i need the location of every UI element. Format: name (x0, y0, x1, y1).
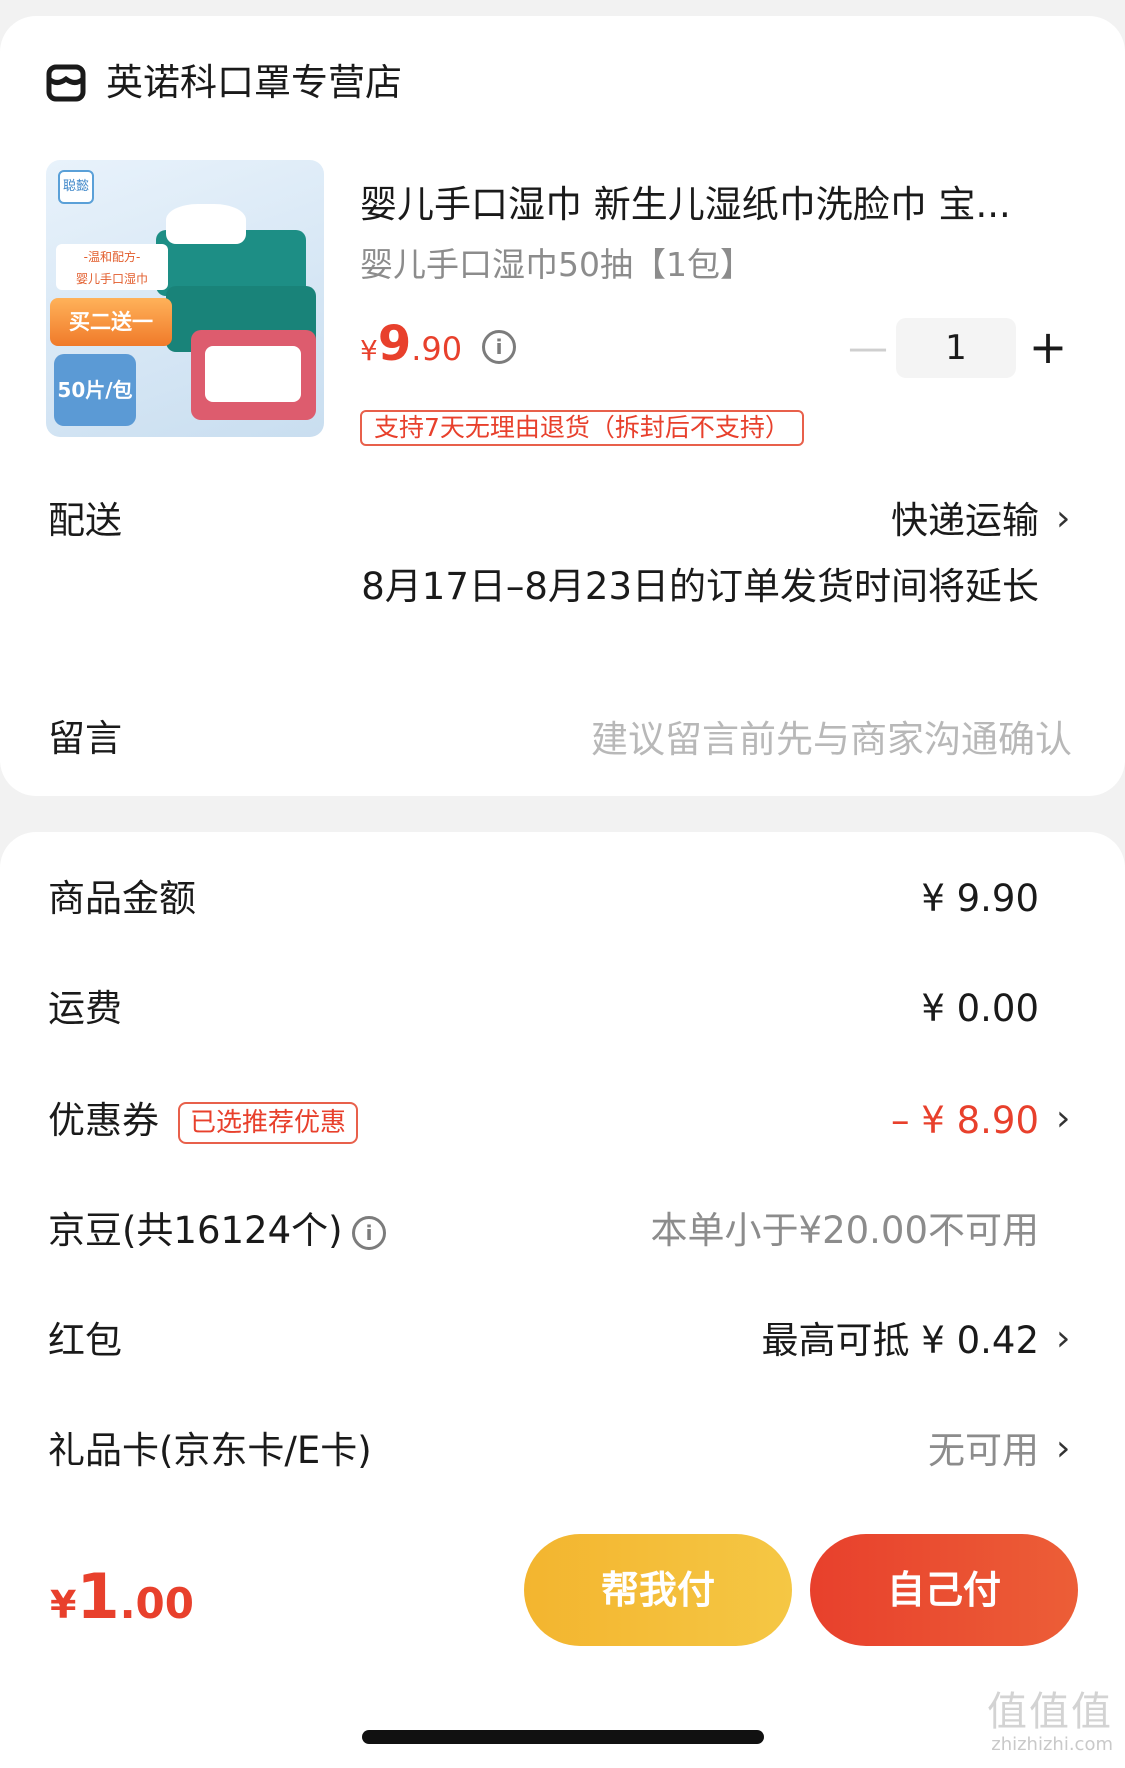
coupon-value[interactable]: – ¥ 8.90 (891, 1098, 1039, 1144)
product-pack-graphic (191, 330, 316, 420)
total-price: ¥1.00 (50, 1560, 194, 1633)
total-decimal: .00 (119, 1579, 194, 1628)
chevron-right-icon[interactable]: › (1056, 1426, 1070, 1472)
info-icon[interactable]: i (352, 1216, 386, 1250)
chevron-right-icon[interactable]: › (1056, 496, 1070, 542)
product-image[interactable]: 聪懿 -温和配方- 婴儿手口湿巾 买二送一 50片/包 (46, 160, 324, 437)
goods-amount-label: 商品金额 (48, 877, 196, 920)
total-integer: 1 (76, 1560, 120, 1633)
total-currency: ¥ (50, 1583, 77, 1627)
image-tag-formula-sub: 婴儿手口湿巾 (75, 272, 148, 286)
pay-myself-button[interactable]: 自己付 (810, 1534, 1078, 1646)
brand-logo: 聪懿 (58, 170, 94, 204)
coupon-label[interactable]: 优惠券 (48, 1098, 159, 1144)
gift-card-value[interactable]: 无可用 (928, 1428, 1039, 1474)
help-me-pay-button[interactable]: 帮我付 (524, 1534, 792, 1646)
shipping-value: ¥ 0.00 (921, 987, 1039, 1030)
gift-card-label[interactable]: 礼品卡(京东卡/E卡) (48, 1428, 372, 1474)
delivery-note: 8月17日–8月23日的订单发货时间将延长 (361, 565, 1039, 608)
message-input[interactable] (520, 714, 1072, 764)
red-packet-value[interactable]: 最高可抵 ¥ 0.42 (762, 1318, 1039, 1364)
return-policy-badge: 支持7天无理由退货（拆封后不支持） (360, 410, 804, 446)
info-icon[interactable]: i (482, 330, 516, 364)
quantity-input[interactable] (896, 318, 1016, 378)
chevron-right-icon[interactable]: › (1056, 1316, 1070, 1362)
image-tag-formula-text: -温和配方- (83, 250, 141, 264)
price-decimal: .90 (411, 330, 463, 368)
watermark-logo: 值值值 (987, 1689, 1113, 1735)
delivery-label: 配送 (48, 499, 122, 542)
jd-beans-label: 京豆(共16124个) (48, 1209, 343, 1252)
quantity-decrease-button[interactable]: — (848, 326, 888, 370)
product-price: ¥9.90 (360, 316, 462, 372)
message-label: 留言 (48, 717, 122, 760)
home-indicator (362, 1730, 764, 1744)
product-spec[interactable]: 婴儿手口湿巾50抽【1包】 (360, 244, 753, 286)
watermark: 值值值 zhizhizhi.com (987, 1690, 1113, 1756)
shipping-label: 运费 (48, 987, 122, 1030)
store-icon (46, 64, 86, 102)
jd-beans-value: 本单小于¥20.00不可用 (650, 1209, 1039, 1252)
watermark-url: zhizhizhi.com (991, 1734, 1113, 1755)
price-integer: 9 (377, 316, 412, 372)
quantity-increase-button[interactable]: + (1026, 320, 1070, 374)
red-packet-label[interactable]: 红包 (48, 1318, 122, 1364)
image-tag-promo: 买二送一 (50, 298, 172, 346)
image-tag-formula: -温和配方- 婴儿手口湿巾 (56, 244, 168, 290)
tissue-graphic (166, 204, 246, 244)
store-name[interactable]: 英诺科口罩专营店 (106, 60, 402, 106)
product-title[interactable]: 婴儿手口湿巾 新生儿湿纸巾洗脸巾 宝... (360, 182, 1060, 228)
goods-amount-value: ¥ 9.90 (921, 877, 1039, 920)
delivery-method[interactable]: 快递运输 (891, 498, 1039, 544)
coupon-recommended-badge: 已选推荐优惠 (178, 1102, 359, 1144)
price-currency: ¥ (360, 334, 378, 367)
chevron-right-icon[interactable]: › (1056, 1096, 1070, 1142)
image-tag-count: 50片/包 (54, 354, 136, 426)
